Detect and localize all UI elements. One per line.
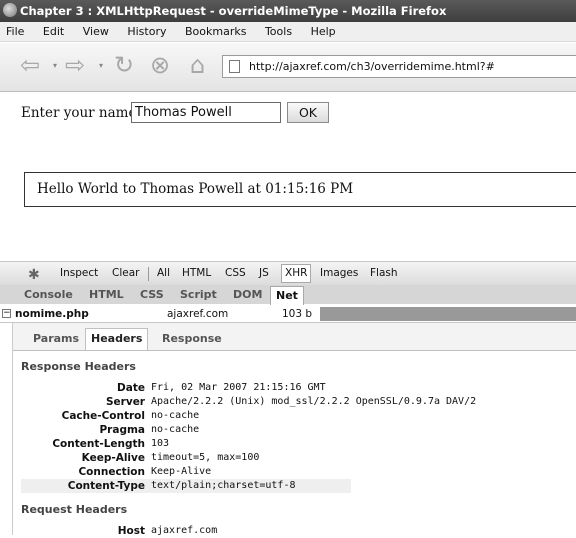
tab-headers[interactable]: Headers bbox=[85, 328, 149, 350]
menu-edit[interactable]: Edit bbox=[43, 25, 64, 38]
header-value: Apache/2.2.2 (Unix) mod_ssl/2.2.2 OpenSS… bbox=[151, 396, 477, 407]
collapse-icon[interactable]: − bbox=[2, 309, 11, 318]
header-name: Content-Length bbox=[52, 438, 145, 450]
filter-js-button[interactable]: JS bbox=[259, 262, 269, 285]
filter-flash-button[interactable]: Flash bbox=[370, 262, 398, 285]
header-row: Pragma no-cache bbox=[21, 423, 351, 437]
request-file: nomime.php bbox=[15, 308, 89, 320]
header-value: Fri, 02 Mar 2007 21:15:16 GMT bbox=[151, 382, 326, 393]
header-row: Date Fri, 02 Mar 2007 21:15:16 GMT bbox=[21, 381, 351, 395]
name-input[interactable]: Thomas Powell bbox=[131, 102, 281, 123]
menu-help[interactable]: Help bbox=[311, 25, 336, 38]
tab-console[interactable]: Console bbox=[24, 285, 73, 304]
filter-xhr-button[interactable]: XHR bbox=[281, 264, 312, 283]
response-headers-title: Response Headers bbox=[21, 360, 136, 373]
header-row: Host ajaxref.com bbox=[21, 524, 351, 538]
firefox-icon bbox=[3, 3, 17, 17]
header-value: timeout=5, max=100 bbox=[151, 452, 260, 463]
firebug-icon[interactable]: ✱ bbox=[28, 264, 40, 287]
header-value: text/plain;charset=utf-8 bbox=[151, 480, 296, 491]
address-bar[interactable]: http://ajaxref.com/ch3/overridemime.html… bbox=[222, 55, 576, 78]
header-name: Date bbox=[117, 382, 145, 394]
home-icon[interactable]: ⌂ bbox=[190, 53, 205, 77]
header-name: Pragma bbox=[99, 424, 145, 436]
address-url: http://ajaxref.com/ch3/overridemime.html… bbox=[249, 60, 495, 73]
inspect-button[interactable]: Inspect bbox=[60, 262, 98, 285]
request-size: 103 b bbox=[282, 308, 313, 320]
back-icon[interactable]: ⇦ bbox=[20, 53, 40, 77]
request-details: Params Headers Response Response Headers… bbox=[12, 323, 576, 538]
header-row: Keep-Alive timeout=5, max=100 bbox=[21, 451, 351, 465]
filter-all-button[interactable]: All bbox=[157, 262, 170, 285]
back-history-dropdown-icon[interactable]: ▾ bbox=[53, 61, 57, 70]
menu-history[interactable]: History bbox=[127, 25, 166, 38]
forward-history-dropdown-icon[interactable]: ▾ bbox=[99, 61, 103, 70]
menu-view[interactable]: View bbox=[83, 25, 109, 38]
header-name: Connection bbox=[78, 466, 145, 478]
request-timeline-bar bbox=[320, 307, 576, 321]
header-name: Host bbox=[117, 525, 145, 537]
firebug-tabs: Console HTML CSS Script DOM Net bbox=[0, 285, 576, 305]
header-value: Keep-Alive bbox=[151, 466, 212, 477]
window-title-bar: Chapter 3 : XMLHttpRequest - overrideMim… bbox=[0, 0, 576, 22]
tab-response[interactable]: Response bbox=[162, 329, 222, 349]
header-value: 103 bbox=[151, 438, 170, 449]
filter-images-button[interactable]: Images bbox=[320, 262, 358, 285]
headers-panel: Response Headers Date Fri, 02 Mar 2007 2… bbox=[13, 350, 576, 538]
tab-script[interactable]: Script bbox=[180, 285, 217, 304]
header-value: ajaxref.com bbox=[151, 525, 218, 536]
reload-icon[interactable]: ↻ bbox=[114, 53, 134, 77]
tab-html[interactable]: HTML bbox=[89, 285, 124, 304]
window-title: Chapter 3 : XMLHttpRequest - overrideMim… bbox=[20, 4, 447, 18]
header-row-highlighted: Content-Type text/plain;charset=utf-8 bbox=[21, 479, 351, 493]
header-name: Content-Type bbox=[67, 480, 145, 492]
header-value: no-cache bbox=[151, 410, 200, 421]
request-domain: ajaxref.com bbox=[167, 308, 229, 320]
ok-button[interactable]: OK bbox=[287, 102, 329, 123]
page-content: Enter your name: Thomas Powell OK Hello … bbox=[0, 92, 576, 252]
stop-icon[interactable]: ⊗ bbox=[150, 53, 170, 77]
header-row: Cache-Control no-cache bbox=[21, 409, 351, 423]
request-row[interactable]: − nomime.php ajaxref.com 103 b bbox=[0, 306, 576, 323]
page-icon bbox=[229, 60, 240, 73]
header-row: Connection Keep-Alive bbox=[21, 465, 351, 479]
request-headers-title: Request Headers bbox=[21, 503, 128, 516]
tab-net[interactable]: Net bbox=[270, 286, 304, 305]
name-label: Enter your name: bbox=[21, 105, 141, 121]
forward-icon[interactable]: ⇨ bbox=[65, 53, 85, 77]
firebug-toolbar: ✱ Inspect Clear All HTML CSS JS XHR Imag… bbox=[0, 261, 576, 285]
clear-button[interactable]: Clear bbox=[112, 262, 139, 285]
menu-file[interactable]: File bbox=[6, 25, 24, 38]
filter-html-button[interactable]: HTML bbox=[182, 262, 211, 285]
menu-bar: File Edit View History Bookmarks Tools H… bbox=[0, 22, 576, 42]
tab-css[interactable]: CSS bbox=[140, 285, 164, 304]
menu-bookmarks[interactable]: Bookmarks bbox=[185, 25, 246, 38]
header-value: no-cache bbox=[151, 424, 200, 435]
header-row: Server Apache/2.2.2 (Unix) mod_ssl/2.2.2… bbox=[21, 395, 476, 409]
filter-css-button[interactable]: CSS bbox=[225, 262, 246, 285]
header-name: Server bbox=[105, 396, 145, 408]
header-name: Cache-Control bbox=[61, 410, 145, 422]
toolbar-separator bbox=[148, 267, 149, 281]
header-row: Content-Length 103 bbox=[21, 437, 351, 451]
tab-params[interactable]: Params bbox=[33, 329, 79, 349]
menu-tools[interactable]: Tools bbox=[265, 25, 292, 38]
header-name: Keep-Alive bbox=[81, 452, 145, 464]
tab-dom[interactable]: DOM bbox=[233, 285, 262, 304]
navigation-toolbar: ⇦ ▾ ⇨ ▾ ↻ ⊗ ⌂ http://ajaxref.com/ch3/ove… bbox=[0, 43, 576, 92]
message-output: Hello World to Thomas Powell at 01:15:16… bbox=[24, 172, 576, 207]
